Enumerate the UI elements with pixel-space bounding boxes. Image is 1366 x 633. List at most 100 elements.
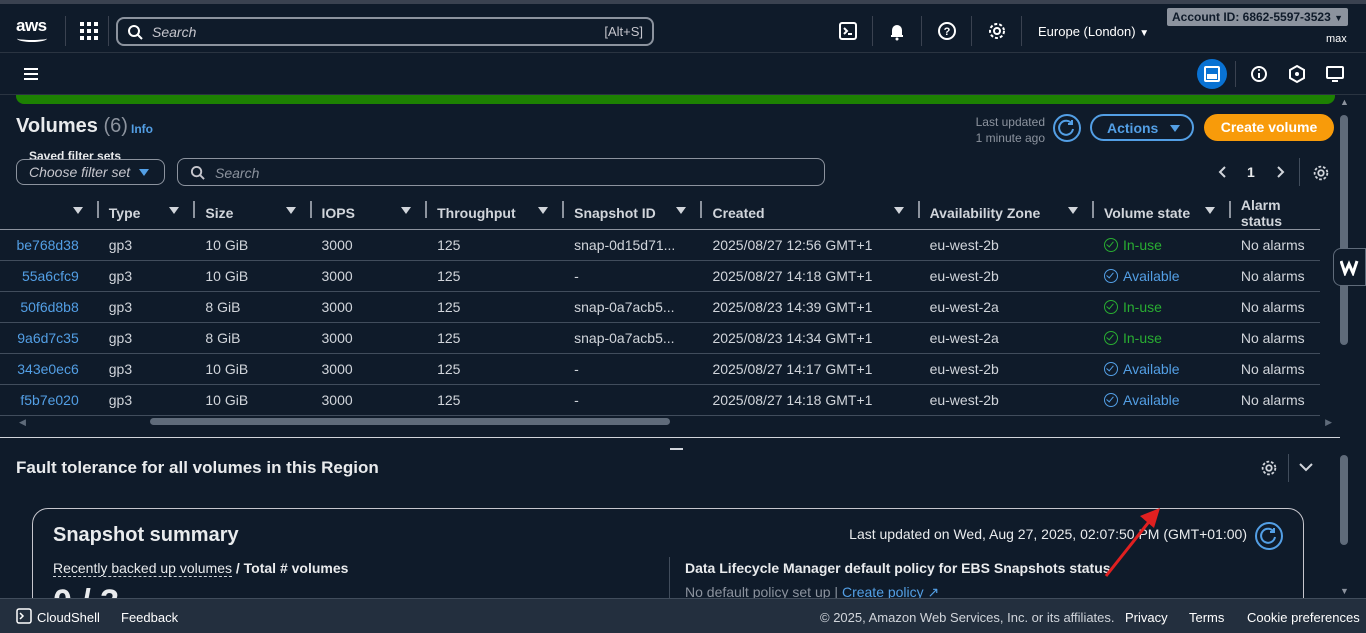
status-check-icon — [1104, 269, 1118, 283]
terms-link[interactable]: Terms — [1189, 610, 1224, 625]
username[interactable]: max — [1326, 33, 1347, 45]
copyright-text: © 2025, Amazon Web Services, Inc. or its… — [820, 610, 1115, 625]
cell-snapshot-id: - — [564, 353, 703, 385]
column-header-type[interactable]: Type — [98, 197, 196, 230]
scroll-right-icon[interactable]: ▶ — [1325, 417, 1332, 428]
scroll-down-icon[interactable]: ▼ — [1340, 586, 1349, 596]
snapshot-summary-title: Snapshot summary — [53, 524, 239, 546]
gear-icon[interactable] — [1259, 458, 1279, 478]
dlm-policy-title: Data Lifecycle Manager default policy fo… — [685, 560, 1111, 576]
cell-availability-zone: eu-west-2a — [919, 322, 1094, 354]
cookie-preferences-link[interactable]: Cookie preferences — [1247, 610, 1360, 625]
snapshot-refresh-button[interactable] — [1255, 522, 1283, 550]
filter-search-input[interactable]: Search — [177, 158, 825, 186]
table-row[interactable]: 50f6d8b8 gp3 8 GiB 3000 125 snap-0a7acb5... 20… — [0, 291, 1320, 323]
horizontal-scrollbar[interactable]: ◀ ▶ — [16, 414, 1335, 430]
cell-volume-state: In-use — [1094, 229, 1231, 261]
monitor-icon[interactable] — [1325, 64, 1345, 84]
scrollbar-thumb[interactable] — [1340, 455, 1348, 545]
account-badge[interactable]: Account ID: 6862-5597-3523 ▼ — [1167, 8, 1349, 26]
column-header-alarm-status[interactable]: Alarm status — [1230, 197, 1320, 230]
create-volume-button[interactable]: Create volume — [1204, 114, 1334, 141]
cloudshell-icon[interactable] — [837, 20, 859, 42]
feedback-widget-button[interactable] — [1333, 248, 1366, 286]
scroll-up-icon[interactable]: ▲ — [1340, 97, 1349, 107]
cell-iops: 3000 — [311, 384, 428, 416]
cell-size: 10 GiB — [195, 260, 312, 292]
refresh-button[interactable] — [1053, 114, 1081, 142]
volume-state-label: Available — [1123, 361, 1180, 377]
search-input[interactable]: Search [Alt+S] — [116, 17, 654, 46]
status-check-icon — [1104, 300, 1118, 314]
column-header-throughput[interactable]: Throughput — [427, 197, 565, 230]
actions-button[interactable]: Actions — [1090, 114, 1194, 141]
column-header-size[interactable]: Size — [195, 197, 312, 230]
chevron-left-icon[interactable] — [1217, 165, 1229, 179]
column-header-snapshot-id[interactable]: Snapshot ID — [564, 197, 703, 230]
cell-volume-state: Available — [1094, 384, 1231, 416]
svg-text:?: ? — [944, 26, 951, 38]
privacy-link[interactable]: Privacy — [1125, 610, 1168, 625]
create-policy-link[interactable]: Create policy — [842, 584, 924, 598]
panel-toggle-button[interactable] — [1197, 59, 1227, 89]
cell-volume-state: In-use — [1094, 322, 1231, 354]
region-selector[interactable]: Europe (London) ▼ — [1038, 24, 1149, 39]
cloudshell-link[interactable]: CloudShell — [37, 610, 100, 625]
cell-created: 2025/08/27 14:18 GMT+1 — [702, 384, 920, 416]
bell-icon[interactable] — [886, 20, 908, 42]
info-icon[interactable] — [1249, 64, 1269, 84]
gear-icon[interactable] — [986, 20, 1008, 42]
volume-id-link[interactable]: f5b7e020 — [0, 384, 99, 416]
volume-id-link[interactable]: be768d38 — [0, 229, 99, 261]
table-row[interactable]: 9a6d7c35 gp3 8 GiB 3000 125 snap-0a7acb5... 20… — [0, 322, 1320, 354]
volume-id-link[interactable]: 9a6d7c35 — [0, 322, 99, 354]
table-row[interactable]: f5b7e020 gp3 10 GiB 3000 125-2025/08/27 14:1… — [0, 384, 1320, 416]
scrollbar-thumb[interactable] — [1340, 115, 1348, 345]
page-number[interactable]: 1 — [1247, 164, 1255, 180]
column-header-availability-zone[interactable]: Availability Zone — [919, 197, 1094, 230]
cell-alarm-status: No alarms — [1230, 229, 1320, 261]
column-header-volume-id[interactable] — [0, 197, 99, 230]
scrollbar-thumb[interactable] — [150, 418, 670, 425]
chevron-right-icon[interactable] — [1274, 165, 1286, 179]
cell-alarm-status: No alarms — [1230, 353, 1320, 385]
volume-id-link[interactable]: 50f6d8b8 — [0, 291, 99, 323]
create-volume-label: Create volume — [1220, 119, 1318, 135]
info-link[interactable]: Info — [131, 122, 153, 136]
volume-id-link[interactable]: 343e0ec6 — [0, 353, 99, 385]
table-row[interactable]: 343e0ec6 gp3 10 GiB 3000 125-2025/08/27 14:1… — [0, 353, 1320, 385]
shield-icon[interactable] — [1287, 64, 1307, 84]
column-header-created[interactable]: Created — [702, 197, 920, 230]
table-row[interactable]: 55a6cfc9 gp3 10 GiB 3000 125-2025/08/27 14:1… — [0, 260, 1320, 292]
drag-handle[interactable] — [670, 448, 683, 450]
cell-alarm-status: No alarms — [1230, 322, 1320, 354]
feedback-link[interactable]: Feedback — [121, 610, 178, 625]
vertical-scrollbar[interactable]: ▲ ▼ — [1340, 95, 1366, 598]
cell-availability-zone: eu-west-2b — [919, 384, 1094, 416]
aws-logo[interactable]: aws — [16, 16, 47, 36]
chevron-down-icon[interactable] — [1298, 461, 1314, 473]
column-header-volume-state[interactable]: Volume state — [1094, 197, 1231, 230]
divider — [1288, 454, 1289, 482]
volume-state-label: Available — [1123, 268, 1180, 284]
table-settings-icon[interactable] — [1311, 163, 1331, 183]
search-placeholder: Search — [152, 24, 197, 40]
saved-filter-select[interactable]: Choose filter set — [16, 159, 165, 185]
grid-icon[interactable] — [80, 22, 98, 40]
table-header-row: Type Size IOPS Throughput Snapshot ID Cr… — [0, 197, 1320, 230]
external-link-icon: ↗ — [927, 584, 940, 598]
volume-state-label: Available — [1123, 392, 1180, 408]
top-navigation: aws Search [Alt+S] ? Europe (London) ▼ A… — [0, 0, 1366, 53]
volume-id-link[interactable]: 55a6cfc9 — [0, 260, 99, 292]
cell-iops: 3000 — [311, 229, 428, 261]
hamburger-menu-icon[interactable] — [24, 68, 38, 83]
column-header-iops[interactable]: IOPS — [311, 197, 428, 230]
volumes-table: Type Size IOPS Throughput Snapshot ID Cr… — [0, 197, 1340, 427]
search-icon — [128, 25, 143, 40]
table-row[interactable]: be768d38 gp3 10 GiB 3000 125 snap-0d15d71... 2… — [0, 229, 1320, 261]
scroll-left-icon[interactable]: ◀ — [19, 417, 26, 428]
help-icon[interactable]: ? — [936, 20, 958, 42]
volumes-title: Volumes — [16, 115, 98, 137]
dlm-policy-status: No default policy set up | Create policy… — [685, 584, 940, 598]
recently-backed-up-tooltip[interactable]: Recently backed up volumes — [53, 560, 232, 577]
